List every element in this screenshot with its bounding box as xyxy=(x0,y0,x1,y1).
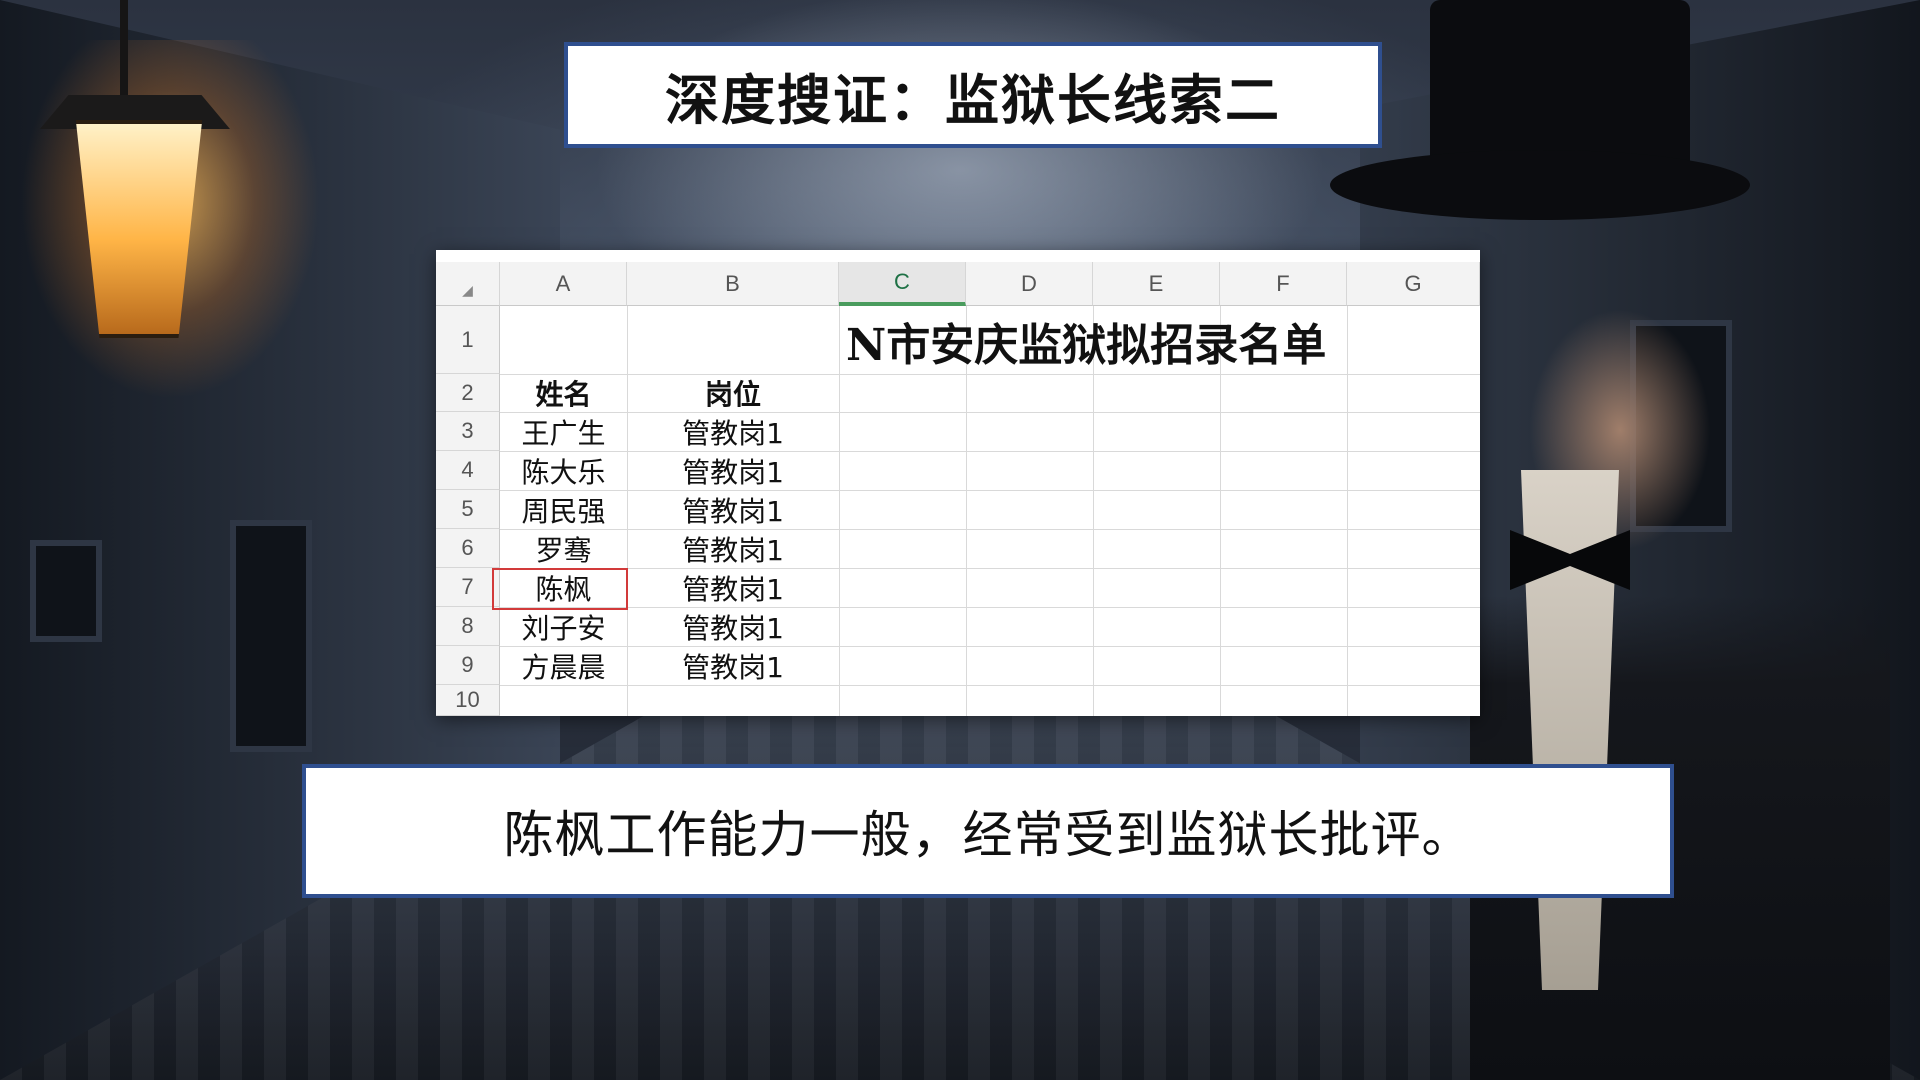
row-header-7[interactable]: 7 xyxy=(436,568,500,607)
sheet-title-cell[interactable]: N市安庆监狱拟招录名单 xyxy=(846,308,1406,374)
cell-name[interactable]: 刘子安 xyxy=(500,607,627,646)
cell-header-name[interactable]: 姓名 xyxy=(500,374,627,412)
row-header-10[interactable]: 10 xyxy=(436,685,500,716)
hat-brim xyxy=(1330,150,1750,220)
cell-post[interactable]: 管教岗1 xyxy=(627,607,839,646)
grid-line xyxy=(500,685,1480,686)
column-header-b[interactable]: B xyxy=(627,262,839,306)
row-header-5[interactable]: 5 xyxy=(436,490,500,529)
cell-name[interactable]: 周民强 xyxy=(500,490,627,529)
cell-name-highlighted[interactable]: 陈枫 xyxy=(500,568,627,607)
row-header-1[interactable]: 1 xyxy=(436,306,500,374)
cell-name[interactable]: 罗骞 xyxy=(500,529,627,568)
column-header-f[interactable]: F xyxy=(1220,262,1347,306)
title-banner: 深度搜证：监狱长线索二 xyxy=(564,42,1382,148)
column-header-e[interactable]: E xyxy=(1093,262,1220,306)
row-header-3[interactable]: 3 xyxy=(436,412,500,451)
row-header-9[interactable]: 9 xyxy=(436,646,500,685)
cell-post[interactable]: 管教岗1 xyxy=(627,451,839,490)
row-header-8[interactable]: 8 xyxy=(436,607,500,646)
column-header-g[interactable]: G xyxy=(1347,262,1480,306)
spreadsheet-panel: ◢ A B C D E F G 1 2 3 4 5 6 7 8 9 10 N市安… xyxy=(436,250,1480,716)
cell-post[interactable]: 管教岗1 xyxy=(627,412,839,451)
select-all-corner[interactable]: ◢ xyxy=(436,262,500,306)
building-window xyxy=(230,520,312,752)
cell-name[interactable]: 王广生 xyxy=(500,412,627,451)
row-header-4[interactable]: 4 xyxy=(436,451,500,490)
building-window xyxy=(30,540,102,642)
caption-banner: 陈枫工作能力一般，经常受到监狱长批评。 xyxy=(302,764,1674,898)
row-header-2[interactable]: 2 xyxy=(436,374,500,412)
column-header-c[interactable]: C xyxy=(839,262,966,306)
cell-name[interactable]: 陈大乐 xyxy=(500,451,627,490)
cell-post[interactable]: 管教岗1 xyxy=(627,568,839,607)
row-header-6[interactable]: 6 xyxy=(436,529,500,568)
column-header-d[interactable]: D xyxy=(966,262,1093,306)
cell-post[interactable]: 管教岗1 xyxy=(627,529,839,568)
cell-header-post[interactable]: 岗位 xyxy=(627,374,839,412)
cell-post[interactable]: 管教岗1 xyxy=(627,490,839,529)
slide-title: 深度搜证：监狱长线索二 xyxy=(665,68,1281,132)
grid-line xyxy=(839,306,840,716)
lamp-arm xyxy=(120,0,128,100)
cell-name[interactable]: 方晨晨 xyxy=(500,646,627,685)
column-header-a[interactable]: A xyxy=(500,262,627,306)
clue-caption: 陈枫工作能力一般，经常受到监狱长批评。 xyxy=(503,806,1473,864)
cell-post[interactable]: 管教岗1 xyxy=(627,646,839,685)
